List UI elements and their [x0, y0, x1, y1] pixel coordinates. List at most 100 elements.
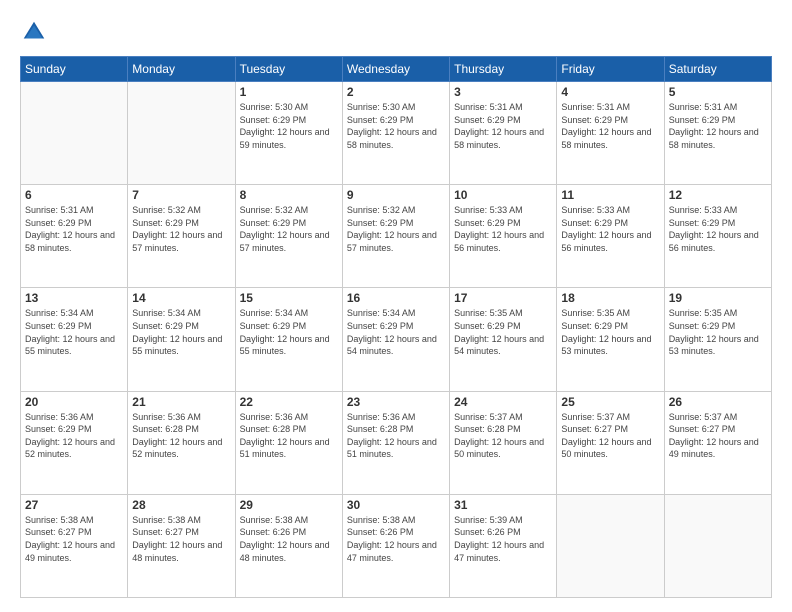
- calendar-day-cell: 20 Sunrise: 5:36 AMSunset: 6:29 PMDayligh…: [21, 391, 128, 494]
- day-number: 20: [25, 395, 123, 409]
- header: [20, 18, 772, 46]
- day-number: 13: [25, 291, 123, 305]
- calendar-week-row: 1Sunrise: 5:30 AMSunset: 6:29 PMDaylight…: [21, 82, 772, 185]
- calendar-day-cell: 10 Sunrise: 5:33 AMSunset: 6:29 PMDayligh…: [450, 185, 557, 288]
- day-detail: Sunrise: 5:35 AMSunset: 6:29 PMDaylight:…: [669, 307, 767, 357]
- calendar-week-row: 13 Sunrise: 5:34 AMSunset: 6:29 PMDayligh…: [21, 288, 772, 391]
- calendar-day-cell: 18 Sunrise: 5:35 AMSunset: 6:29 PMDayligh…: [557, 288, 664, 391]
- calendar-table: SundayMondayTuesdayWednesdayThursdayFrid…: [20, 56, 772, 598]
- day-number: 5: [669, 85, 767, 99]
- day-number: 4: [561, 85, 659, 99]
- calendar-day-cell: 30 Sunrise: 5:38 AMSunset: 6:26 PMDayligh…: [342, 494, 449, 597]
- day-detail: Sunrise: 5:39 AMSunset: 6:26 PMDaylight:…: [454, 514, 552, 564]
- day-detail: Sunrise: 5:35 AMSunset: 6:29 PMDaylight:…: [561, 307, 659, 357]
- day-number: 30: [347, 498, 445, 512]
- calendar-day-cell: 12 Sunrise: 5:33 AMSunset: 6:29 PMDayligh…: [664, 185, 771, 288]
- calendar-day-cell: 29Sunrise: 5:38 AMSunset: 6:26 PMDayligh…: [235, 494, 342, 597]
- day-detail: Sunrise: 5:32 AMSunset: 6:29 PMDaylight:…: [347, 204, 445, 254]
- day-detail: Sunrise: 5:36 AMSunset: 6:28 PMDaylight:…: [347, 411, 445, 461]
- day-detail: Sunrise: 5:31 AMSunset: 6:29 PMDaylight:…: [669, 101, 767, 151]
- day-detail: Sunrise: 5:38 AMSunset: 6:27 PMDaylight:…: [132, 514, 230, 564]
- day-number: 9: [347, 188, 445, 202]
- weekday-header: Thursday: [450, 57, 557, 82]
- day-detail: Sunrise: 5:31 AMSunset: 6:29 PMDaylight:…: [561, 101, 659, 151]
- day-number: 10: [454, 188, 552, 202]
- day-number: 17: [454, 291, 552, 305]
- calendar-header-row: SundayMondayTuesdayWednesdayThursdayFrid…: [21, 57, 772, 82]
- day-detail: Sunrise: 5:31 AMSunset: 6:29 PMDaylight:…: [25, 204, 123, 254]
- calendar-day-cell: 8 Sunrise: 5:32 AMSunset: 6:29 PMDaylight…: [235, 185, 342, 288]
- day-number: 22: [240, 395, 338, 409]
- day-number: 11: [561, 188, 659, 202]
- calendar-week-row: 6Sunrise: 5:31 AMSunset: 6:29 PMDaylight…: [21, 185, 772, 288]
- day-number: 16: [347, 291, 445, 305]
- calendar-day-cell: [21, 82, 128, 185]
- day-number: 26: [669, 395, 767, 409]
- day-number: 29: [240, 498, 338, 512]
- weekday-header: Tuesday: [235, 57, 342, 82]
- calendar-week-row: 27 Sunrise: 5:38 AMSunset: 6:27 PMDayligh…: [21, 494, 772, 597]
- day-detail: Sunrise: 5:35 AMSunset: 6:29 PMDaylight:…: [454, 307, 552, 357]
- calendar-day-cell: 2 Sunrise: 5:30 AMSunset: 6:29 PMDaylight…: [342, 82, 449, 185]
- calendar-day-cell: 7 Sunrise: 5:32 AMSunset: 6:29 PMDaylight…: [128, 185, 235, 288]
- calendar-day-cell: 15 Sunrise: 5:34 AMSunset: 6:29 PMDayligh…: [235, 288, 342, 391]
- day-detail: Sunrise: 5:30 AMSunset: 6:29 PMDaylight:…: [347, 101, 445, 151]
- calendar-day-cell: 24 Sunrise: 5:37 AMSunset: 6:28 PMDayligh…: [450, 391, 557, 494]
- calendar-day-cell: [128, 82, 235, 185]
- day-detail: Sunrise: 5:33 AMSunset: 6:29 PMDaylight:…: [561, 204, 659, 254]
- calendar-day-cell: [557, 494, 664, 597]
- day-number: 8: [240, 188, 338, 202]
- calendar-week-row: 20 Sunrise: 5:36 AMSunset: 6:29 PMDayligh…: [21, 391, 772, 494]
- page: SundayMondayTuesdayWednesdayThursdayFrid…: [0, 0, 792, 612]
- day-number: 24: [454, 395, 552, 409]
- calendar-day-cell: 14 Sunrise: 5:34 AMSunset: 6:29 PMDayligh…: [128, 288, 235, 391]
- day-detail: Sunrise: 5:32 AMSunset: 6:29 PMDaylight:…: [240, 204, 338, 254]
- logo-icon: [20, 18, 48, 46]
- calendar-day-cell: 23 Sunrise: 5:36 AMSunset: 6:28 PMDayligh…: [342, 391, 449, 494]
- day-number: 15: [240, 291, 338, 305]
- calendar-day-cell: 31 Sunrise: 5:39 AMSunset: 6:26 PMDayligh…: [450, 494, 557, 597]
- day-number: 23: [347, 395, 445, 409]
- day-number: 19: [669, 291, 767, 305]
- day-detail: Sunrise: 5:38 AMSunset: 6:26 PMDaylight:…: [347, 514, 445, 564]
- calendar-day-cell: 25 Sunrise: 5:37 AMSunset: 6:27 PMDayligh…: [557, 391, 664, 494]
- day-detail: Sunrise: 5:33 AMSunset: 6:29 PMDaylight:…: [454, 204, 552, 254]
- calendar-day-cell: 28 Sunrise: 5:38 AMSunset: 6:27 PMDayligh…: [128, 494, 235, 597]
- day-detail: Sunrise: 5:33 AMSunset: 6:29 PMDaylight:…: [669, 204, 767, 254]
- day-detail: Sunrise: 5:30 AMSunset: 6:29 PMDaylight:…: [240, 101, 338, 151]
- day-detail: Sunrise: 5:32 AMSunset: 6:29 PMDaylight:…: [132, 204, 230, 254]
- calendar-day-cell: 22 Sunrise: 5:36 AMSunset: 6:28 PMDayligh…: [235, 391, 342, 494]
- calendar-day-cell: 13Sunrise: 5:34 AMSunset: 6:29 PMDayligh…: [21, 288, 128, 391]
- calendar-day-cell: 3 Sunrise: 5:31 AMSunset: 6:29 PMDaylight…: [450, 82, 557, 185]
- day-number: 25: [561, 395, 659, 409]
- day-number: 18: [561, 291, 659, 305]
- day-detail: Sunrise: 5:36 AMSunset: 6:28 PMDaylight:…: [132, 411, 230, 461]
- day-number: 31: [454, 498, 552, 512]
- calendar-day-cell: 4 Sunrise: 5:31 AMSunset: 6:29 PMDaylight…: [557, 82, 664, 185]
- day-number: 2: [347, 85, 445, 99]
- day-detail: Sunrise: 5:37 AMSunset: 6:28 PMDaylight:…: [454, 411, 552, 461]
- day-detail: Sunrise: 5:37 AMSunset: 6:27 PMDaylight:…: [561, 411, 659, 461]
- day-number: 3: [454, 85, 552, 99]
- day-number: 27: [25, 498, 123, 512]
- day-detail: Sunrise: 5:34 AMSunset: 6:29 PMDaylight:…: [240, 307, 338, 357]
- day-number: 28: [132, 498, 230, 512]
- day-detail: Sunrise: 5:34 AMSunset: 6:29 PMDaylight:…: [132, 307, 230, 357]
- day-number: 12: [669, 188, 767, 202]
- calendar-day-cell: 11 Sunrise: 5:33 AMSunset: 6:29 PMDayligh…: [557, 185, 664, 288]
- calendar-day-cell: [664, 494, 771, 597]
- logo: [20, 18, 52, 46]
- day-detail: Sunrise: 5:31 AMSunset: 6:29 PMDaylight:…: [454, 101, 552, 151]
- day-detail: Sunrise: 5:36 AMSunset: 6:28 PMDaylight:…: [240, 411, 338, 461]
- weekday-header: Wednesday: [342, 57, 449, 82]
- calendar-day-cell: 5 Sunrise: 5:31 AMSunset: 6:29 PMDaylight…: [664, 82, 771, 185]
- day-detail: Sunrise: 5:36 AMSunset: 6:29 PMDaylight:…: [25, 411, 123, 461]
- day-number: 7: [132, 188, 230, 202]
- weekday-header: Friday: [557, 57, 664, 82]
- calendar-day-cell: 6Sunrise: 5:31 AMSunset: 6:29 PMDaylight…: [21, 185, 128, 288]
- day-number: 14: [132, 291, 230, 305]
- calendar-day-cell: 16Sunrise: 5:34 AMSunset: 6:29 PMDayligh…: [342, 288, 449, 391]
- calendar-day-cell: 26Sunrise: 5:37 AMSunset: 6:27 PMDayligh…: [664, 391, 771, 494]
- day-number: 21: [132, 395, 230, 409]
- weekday-header: Monday: [128, 57, 235, 82]
